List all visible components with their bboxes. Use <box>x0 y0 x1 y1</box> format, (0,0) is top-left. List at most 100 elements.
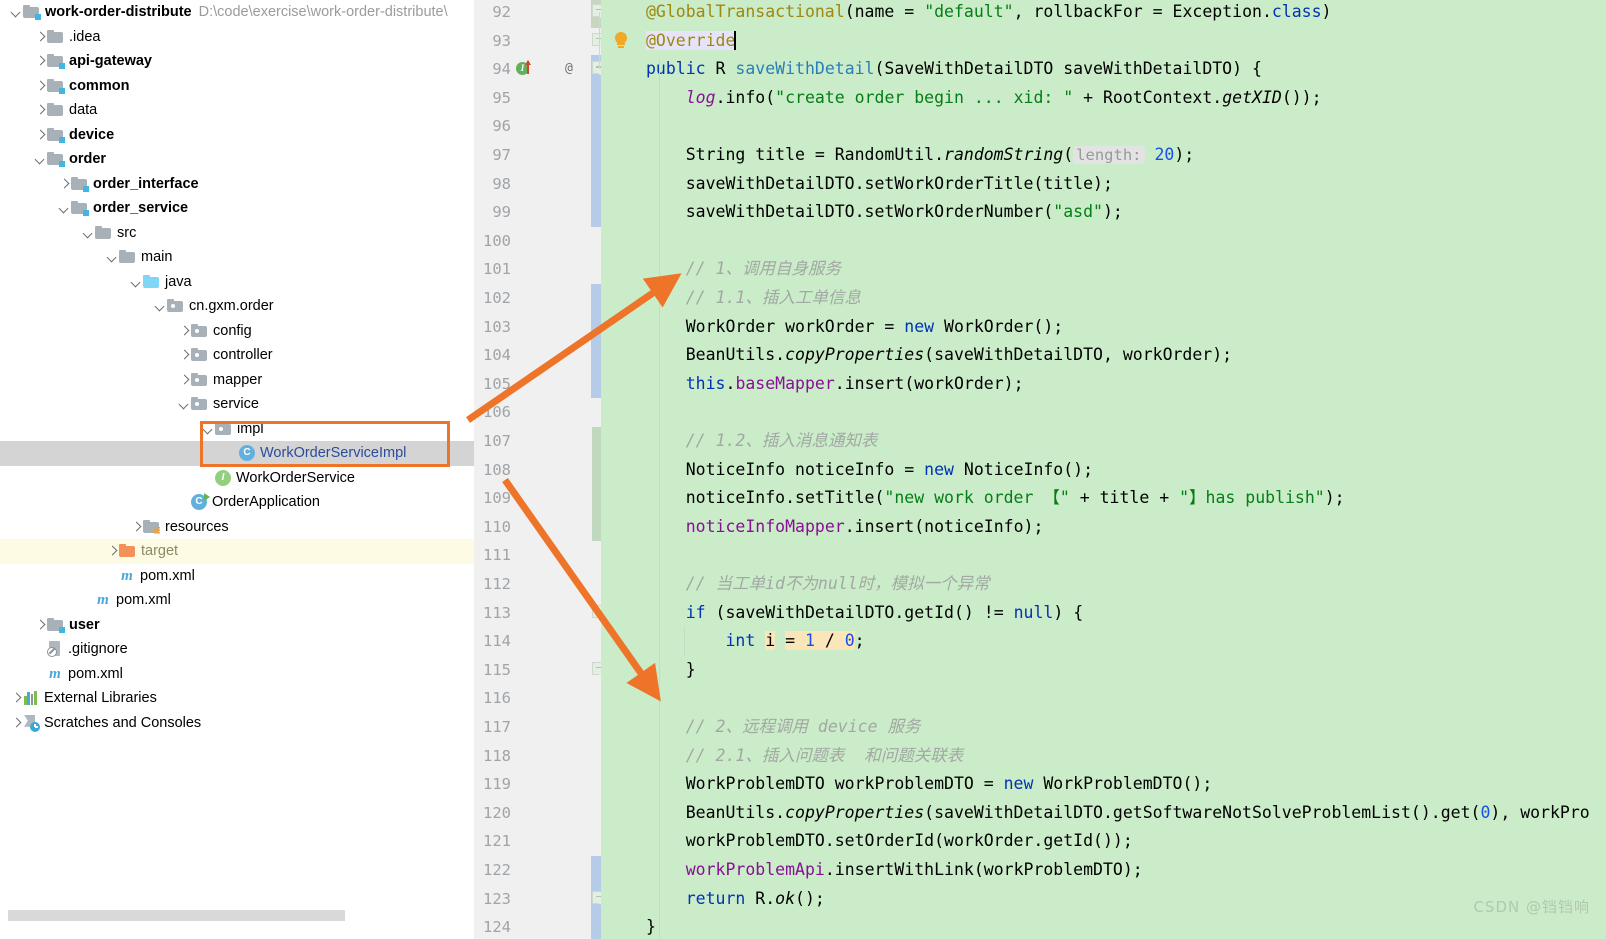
code-token: new <box>1003 774 1034 794</box>
code-line[interactable]: String title = RandomUtil.randomString(l… <box>601 141 1606 170</box>
tree-item-api-gateway[interactable]: api-gateway <box>0 49 474 74</box>
code-line[interactable]: public R saveWithDetail(SaveWithDetailDT… <box>601 55 1606 84</box>
code-line[interactable]: } <box>601 656 1606 685</box>
code-line[interactable]: this.baseMapper.insert(workOrder); <box>601 370 1606 399</box>
tree-item-external-libraries[interactable]: External Libraries <box>0 686 474 711</box>
tree-item-order-service[interactable]: order_service <box>0 196 474 221</box>
implements-method-marker-icon[interactable]: I <box>516 60 531 76</box>
chevron-right-icon[interactable] <box>58 177 71 190</box>
chevron-right-icon[interactable] <box>178 373 191 386</box>
tree-item-target[interactable]: target <box>0 539 474 564</box>
code-line[interactable]: // 1、调用自身服务 <box>601 255 1606 284</box>
code-line[interactable]: // 2、远程调用 device 服务 <box>601 713 1606 742</box>
chevron-down-icon[interactable] <box>130 275 143 288</box>
tree-item-user[interactable]: user <box>0 613 474 638</box>
chevron-right-icon[interactable] <box>106 545 119 558</box>
chevron-down-icon[interactable] <box>34 153 47 166</box>
tree-item-service[interactable]: service <box>0 392 474 417</box>
chevron-right-icon[interactable] <box>178 324 191 337</box>
vcs-change-marker[interactable] <box>591 55 601 227</box>
annotation-gutter-icon[interactable]: @ <box>565 55 573 84</box>
code-line[interactable]: saveWithDetailDTO.setWorkOrderTitle(titl… <box>601 170 1606 199</box>
chevron-right-icon[interactable] <box>10 716 23 729</box>
code-line[interactable]: // 1.2、插入消息通知表 <box>601 427 1606 456</box>
tree-item-src[interactable]: src <box>0 221 474 246</box>
tree-item-workorderservice[interactable]: I WorkOrderService <box>0 466 474 491</box>
code-line[interactable]: // 2.1、插入问题表 和问题关联表 <box>601 742 1606 771</box>
code-line[interactable]: @Override <box>601 27 1606 56</box>
chevron-down-icon[interactable] <box>10 6 23 19</box>
code-line[interactable]: log.info("create order begin ... xid: " … <box>601 84 1606 113</box>
chevron-down-icon[interactable] <box>82 226 95 239</box>
tree-item-scratches-and-consoles[interactable]: Scratches and Consoles <box>0 711 474 736</box>
code-line[interactable]: BeanUtils.copyProperties(saveWithDetailD… <box>601 799 1606 828</box>
tree-item-pom-xml[interactable]: m pom.xml <box>0 588 474 613</box>
code-line[interactable]: } <box>601 913 1606 939</box>
chevron-right-icon[interactable] <box>34 618 47 631</box>
code-line[interactable]: BeanUtils.copyProperties(saveWithDetailD… <box>601 341 1606 370</box>
chevron-right-icon[interactable] <box>10 692 23 705</box>
chevron-right-icon[interactable] <box>34 79 47 92</box>
tree-item-project-root[interactable]: work-order-distribute D:\code\exercise\wo… <box>0 0 474 25</box>
tree-item-workorderserviceimpl[interactable]: C WorkOrderServiceImpl <box>0 441 474 466</box>
tree-item-config[interactable]: config <box>0 319 474 344</box>
chevron-right-icon[interactable] <box>34 128 47 141</box>
tree-item-pom-xml[interactable]: m pom.xml <box>0 564 474 589</box>
chevron-right-icon[interactable] <box>130 520 143 533</box>
code-line[interactable]: return R.ok(); <box>601 885 1606 914</box>
chevron-right-icon[interactable] <box>34 104 47 117</box>
tree-item-controller[interactable]: controller <box>0 343 474 368</box>
project-tool-window[interactable]: work-order-distribute D:\code\exercise\wo… <box>0 0 474 939</box>
code-line[interactable]: WorkOrder workOrder = new WorkOrder(); <box>601 313 1606 342</box>
tree-item-cn-gxm-order[interactable]: cn.gxm.order <box>0 294 474 319</box>
code-line[interactable] <box>601 684 1606 713</box>
chevron-down-icon[interactable] <box>154 300 167 313</box>
tree-item-java[interactable]: java <box>0 270 474 295</box>
code-line[interactable]: saveWithDetailDTO.setWorkOrderNumber("as… <box>601 198 1606 227</box>
editor-code-area[interactable]: @GlobalTransactional(name = "default", r… <box>601 0 1606 939</box>
code-line[interactable]: // 1.1、插入工单信息 <box>601 284 1606 313</box>
code-line[interactable] <box>601 541 1606 570</box>
code-line[interactable]: workProblemApi.insertWithLink(workProble… <box>601 856 1606 885</box>
tree-item-resources[interactable]: resources <box>0 515 474 540</box>
tree-item-device[interactable]: device <box>0 123 474 148</box>
code-line[interactable] <box>601 398 1606 427</box>
intention-bulb-icon[interactable] <box>614 31 628 50</box>
tree-item-mapper[interactable]: mapper <box>0 368 474 393</box>
code-line[interactable]: int i = 1 / 0; <box>601 627 1606 656</box>
code-line[interactable]: WorkProblemDTO workProblemDTO = new Work… <box>601 770 1606 799</box>
tree-item-order-interface[interactable]: order_interface <box>0 172 474 197</box>
vcs-change-marker[interactable] <box>591 284 601 399</box>
chevron-down-icon[interactable] <box>58 202 71 215</box>
tree-item-common[interactable]: common <box>0 74 474 99</box>
tree-item-impl[interactable]: impl <box>0 417 474 442</box>
code-line[interactable] <box>601 227 1606 256</box>
code-line[interactable]: if (saveWithDetailDTO.getId() != null) { <box>601 599 1606 628</box>
chevron-right-icon[interactable] <box>34 55 47 68</box>
excluded-folder-icon <box>119 544 136 558</box>
tree-item--idea[interactable]: .idea <box>0 25 474 50</box>
code-token: WorkOrder(); <box>934 316 1064 336</box>
chevron-down-icon[interactable] <box>202 422 215 435</box>
tree-item-order[interactable]: order <box>0 147 474 172</box>
tree-item-pom-xml[interactable]: m pom.xml <box>0 662 474 687</box>
tree-item--gitignore[interactable]: .gitignore <box>0 637 474 662</box>
chevron-down-icon[interactable] <box>178 398 191 411</box>
editor-gutter[interactable]: 92 93 94 95 96 97 98 99 100 101 102 103 104 105 106 107… <box>474 0 609 939</box>
code-line[interactable] <box>601 112 1606 141</box>
code-line[interactable]: noticeInfo.setTitle("new work order 【" +… <box>601 484 1606 513</box>
code-line[interactable]: @GlobalTransactional(name = "default", r… <box>601 0 1606 27</box>
code-line[interactable]: // 当工单id不为null时，模拟一个异常 <box>601 570 1606 599</box>
tree-item-main[interactable]: main <box>0 245 474 270</box>
chevron-down-icon[interactable] <box>106 251 119 264</box>
chevron-right-icon[interactable] <box>178 349 191 362</box>
project-tree[interactable]: work-order-distribute D:\code\exercise\wo… <box>0 0 474 735</box>
code-editor[interactable]: 92 93 94 95 96 97 98 99 100 101 102 103 104 105 106 107… <box>474 0 1606 939</box>
code-line[interactable]: noticeInfoMapper.insert(noticeInfo); <box>601 513 1606 542</box>
tree-item-data[interactable]: data <box>0 98 474 123</box>
code-line[interactable]: NoticeInfo noticeInfo = new NoticeInfo()… <box>601 456 1606 485</box>
chevron-right-icon[interactable] <box>34 30 47 43</box>
project-tree-horizontal-scrollbar[interactable] <box>8 910 345 921</box>
tree-item-orderapplication[interactable]: C OrderApplication <box>0 490 474 515</box>
code-line[interactable]: workProblemDTO.setOrderId(workOrder.getI… <box>601 827 1606 856</box>
